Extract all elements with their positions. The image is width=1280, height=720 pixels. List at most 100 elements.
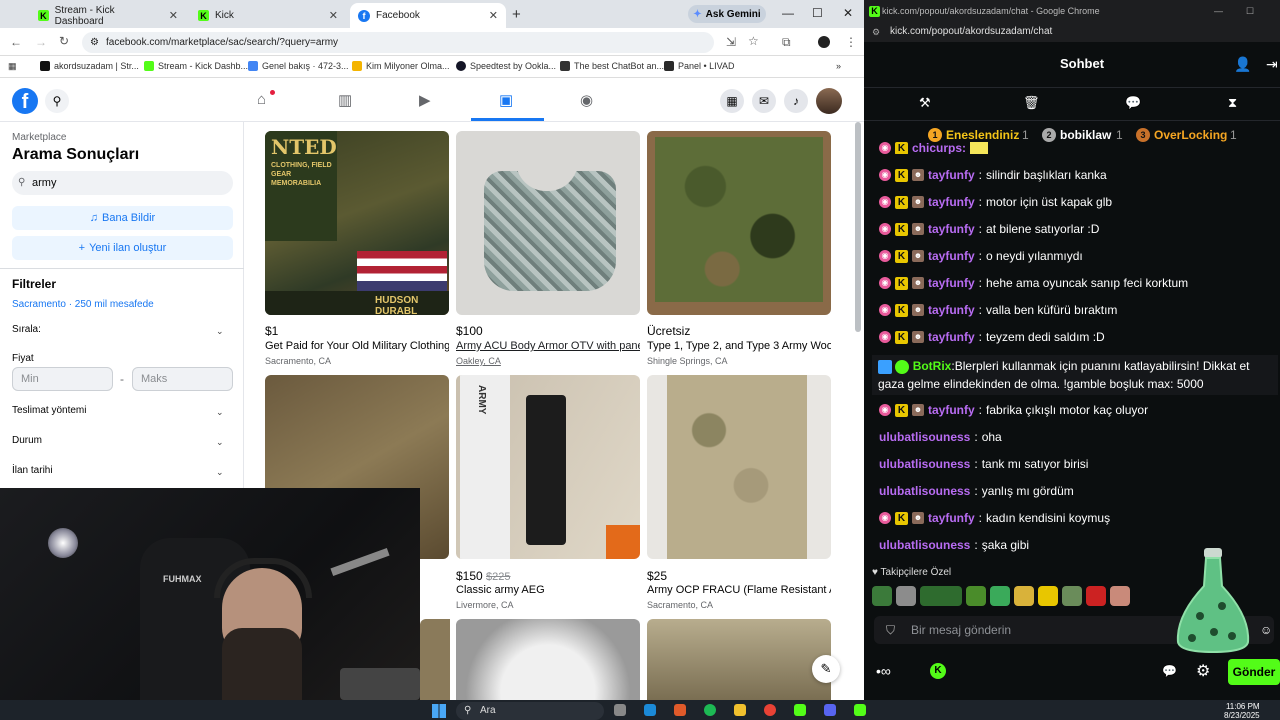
- chat-username[interactable]: BotRix: [913, 359, 952, 373]
- new-tab-button[interactable]: +: [512, 6, 521, 23]
- condition-filter[interactable]: Durum: [12, 435, 42, 446]
- chevron-down-icon[interactable]: ⌄: [216, 326, 224, 337]
- top-gifter-name[interactable]: bobiklaw: [1060, 128, 1111, 142]
- listing-title[interactable]: Army ACU Body Armor OTV with panels: [456, 340, 640, 352]
- emoji-icon[interactable]: ☺: [1260, 616, 1272, 644]
- bookmark-genel-bakis[interactable]: Genel bakış · 472-3...: [248, 61, 349, 71]
- apps-icon[interactable]: ▦: [8, 61, 17, 72]
- ask-gemini-button[interactable]: ✦ Ask Gemini: [688, 5, 766, 23]
- bookmark-akordsuzadam[interactable]: akordsuzadam | Str...: [40, 61, 139, 71]
- chat-username[interactable]: tayfunfy: [928, 301, 975, 319]
- bookmark-chatbot[interactable]: The best ChatBot an...: [560, 61, 664, 71]
- sort-label[interactable]: Sırala:: [12, 324, 41, 335]
- listing-image[interactable]: ARMY: [456, 375, 640, 559]
- emote[interactable]: [920, 586, 962, 606]
- chat-username[interactable]: tayfunfy: [928, 247, 975, 265]
- minimize-button[interactable]: —: [782, 6, 794, 20]
- listing-image[interactable]: NTED CLOTHING, FIELD GEAR MEMORABILIA HU…: [265, 131, 449, 315]
- chat-username[interactable]: ulubatlisouness: [879, 455, 970, 473]
- close-icon[interactable]: ✕: [489, 9, 498, 22]
- emote[interactable]: [1062, 586, 1082, 606]
- users-icon[interactable]: 👤: [1234, 56, 1251, 73]
- date-filter[interactable]: İlan tarihi: [12, 465, 53, 476]
- listing-image[interactable]: [647, 619, 831, 700]
- create-listing-button[interactable]: + Yeni ilan oluştur: [12, 236, 233, 260]
- bookmark-livad[interactable]: Panel • LIVAD: [664, 61, 735, 71]
- close-window-button[interactable]: ✕: [843, 6, 853, 20]
- chat-username[interactable]: tayfunfy: [928, 220, 975, 238]
- delivery-filter[interactable]: Teslimat yöntemi: [12, 405, 86, 416]
- chat-username[interactable]: ulubatlisouness: [879, 428, 970, 446]
- emote[interactable]: [872, 586, 892, 606]
- emote[interactable]: [966, 586, 986, 606]
- listing-title[interactable]: Type 1, Type 2, and Type 3 Army Woodl...: [647, 340, 831, 352]
- emote[interactable]: [1110, 586, 1130, 606]
- send-button[interactable]: Gönder: [1228, 659, 1280, 685]
- top-gifter-name[interactable]: Eneslendiniz: [946, 128, 1019, 142]
- chat-username[interactable]: ulubatlisouness: [879, 482, 970, 500]
- address-bar[interactable]: ⚙ facebook.com/marketplace/sac/search/?q…: [82, 32, 714, 53]
- tab-facebook[interactable]: f Facebook ✕: [350, 3, 506, 28]
- hourglass-icon[interactable]: ⧗: [1228, 95, 1237, 111]
- tab-kick[interactable]: K Kick ✕: [190, 3, 346, 28]
- close-icon[interactable]: ✕: [169, 9, 178, 22]
- listing-image[interactable]: [647, 131, 831, 315]
- home-icon[interactable]: ⌂: [257, 91, 266, 108]
- taskbar-clock[interactable]: 11:06 PM 8/23/2025: [1224, 702, 1260, 720]
- edge-icon[interactable]: [644, 704, 656, 716]
- back-icon[interactable]: ←: [10, 35, 22, 49]
- bookmark-kim-milyoner[interactable]: Kim Milyoner Olma...: [352, 61, 450, 71]
- emote[interactable]: [1086, 586, 1106, 606]
- gear-icon[interactable]: ⚙: [1196, 661, 1210, 681]
- chat-username[interactable]: chicurps:: [912, 142, 966, 154]
- spotify-icon[interactable]: [704, 704, 716, 716]
- facebook-logo[interactable]: f: [12, 88, 38, 114]
- marketplace-icon[interactable]: ▣: [499, 91, 513, 109]
- max-price-input[interactable]: Maks: [132, 367, 233, 391]
- discord-icon[interactable]: [824, 704, 836, 716]
- collapse-icon[interactable]: ⇥: [1266, 56, 1278, 73]
- video-icon[interactable]: ▶: [419, 91, 431, 109]
- top-gifter-name[interactable]: OverLocking: [1154, 128, 1227, 142]
- maximize-button[interactable]: ☐: [1246, 6, 1254, 17]
- chat-username[interactable]: tayfunfy: [928, 401, 975, 419]
- chat-username[interactable]: ulubatlisouness: [879, 536, 970, 554]
- chat-bubble-icon[interactable]: 💬: [1125, 95, 1141, 111]
- site-info-icon[interactable]: ⚙: [90, 37, 99, 48]
- task-view-icon[interactable]: [614, 704, 626, 716]
- notify-me-button[interactable]: ♫ Bana Bildir: [12, 206, 233, 230]
- listing-title[interactable]: Army OCP FRACU (Flame Resistant Arm...: [647, 584, 831, 596]
- install-icon[interactable]: ⇲: [726, 35, 736, 49]
- chat-username[interactable]: tayfunfy: [928, 193, 975, 211]
- kick-address-bar[interactable]: ⚙ kick.com/popout/akordsuzadam/chat: [864, 22, 1280, 42]
- listing-image[interactable]: [456, 619, 640, 700]
- chat-bubble-icon[interactable]: 💬: [1162, 664, 1177, 678]
- trash-icon[interactable]: 🗑: [1023, 95, 1040, 111]
- taskbar-search[interactable]: ⚲ Ara: [456, 702, 604, 720]
- menu-grid-icon[interactable]: ▦: [720, 89, 744, 113]
- maximize-button[interactable]: ☐: [812, 6, 823, 20]
- listing-image[interactable]: [420, 619, 450, 700]
- chat-username[interactable]: tayfunfy: [928, 166, 975, 184]
- emote[interactable]: [896, 586, 916, 606]
- live-app-icon[interactable]: [794, 704, 806, 716]
- menu-icon[interactable]: ⋮: [845, 35, 857, 49]
- forward-icon[interactable]: →: [35, 35, 47, 49]
- bookmark-star-icon[interactable]: ☆: [748, 34, 759, 48]
- profile-avatar[interactable]: [818, 36, 830, 48]
- app-icon[interactable]: [674, 704, 686, 716]
- tab-kick-dashboard[interactable]: K Stream - Kick Dashboard ✕: [30, 3, 186, 28]
- live-app-icon[interactable]: [854, 704, 866, 716]
- messenger-icon[interactable]: ✉: [752, 89, 776, 113]
- chevron-down-icon[interactable]: ⌄: [216, 437, 224, 448]
- gaming-icon[interactable]: ◉: [580, 91, 593, 109]
- more-bookmarks-icon[interactable]: »: [836, 61, 841, 71]
- chat-username[interactable]: tayfunfy: [928, 509, 975, 527]
- search-icon[interactable]: ⚲: [45, 89, 69, 113]
- minimize-button[interactable]: —: [1214, 6, 1223, 16]
- points-icon[interactable]: •∞: [876, 663, 891, 679]
- emote[interactable]: [1014, 586, 1034, 606]
- chat-username[interactable]: tayfunfy: [928, 328, 975, 346]
- chevron-down-icon[interactable]: ⌄: [216, 467, 224, 478]
- chat-username[interactable]: tayfunfy: [928, 274, 975, 292]
